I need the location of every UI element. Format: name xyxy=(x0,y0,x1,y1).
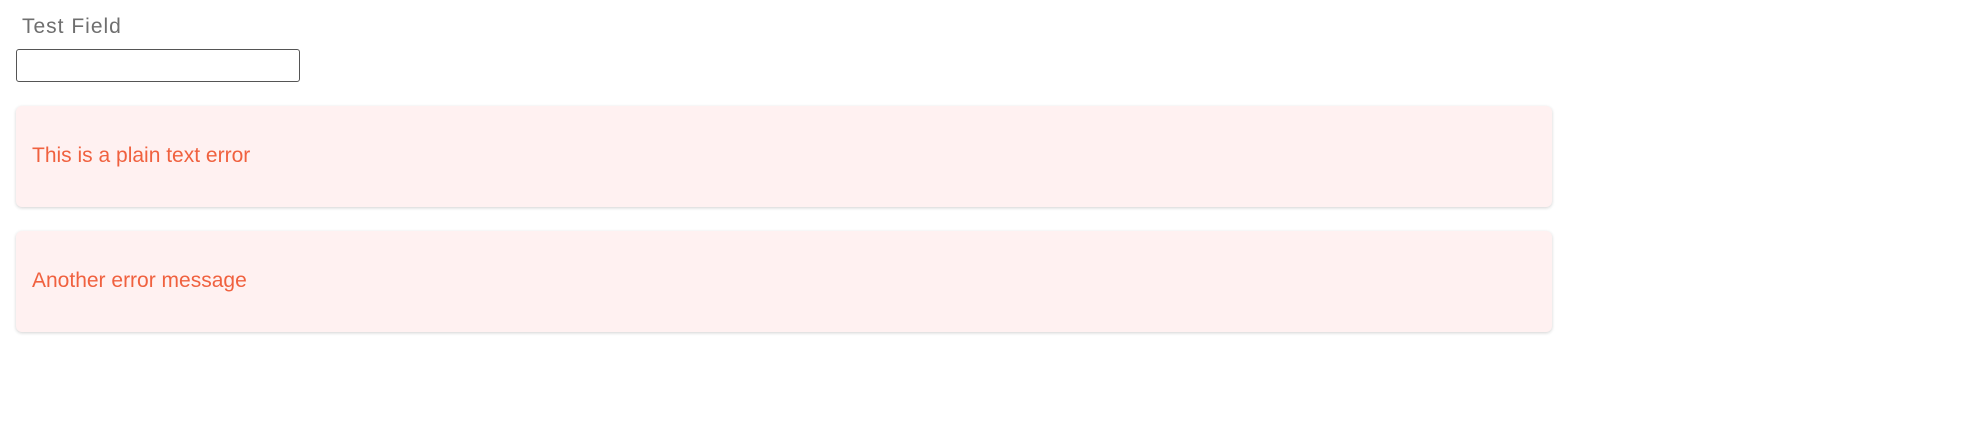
test-field-input[interactable] xyxy=(16,49,300,82)
error-message-text: This is a plain text error xyxy=(32,144,251,167)
error-message-box: This is a plain text error xyxy=(16,106,1552,207)
test-field-label: Test Field xyxy=(22,15,122,38)
error-message-text: Another error message xyxy=(32,269,247,292)
error-message-box: Another error message xyxy=(16,231,1552,332)
